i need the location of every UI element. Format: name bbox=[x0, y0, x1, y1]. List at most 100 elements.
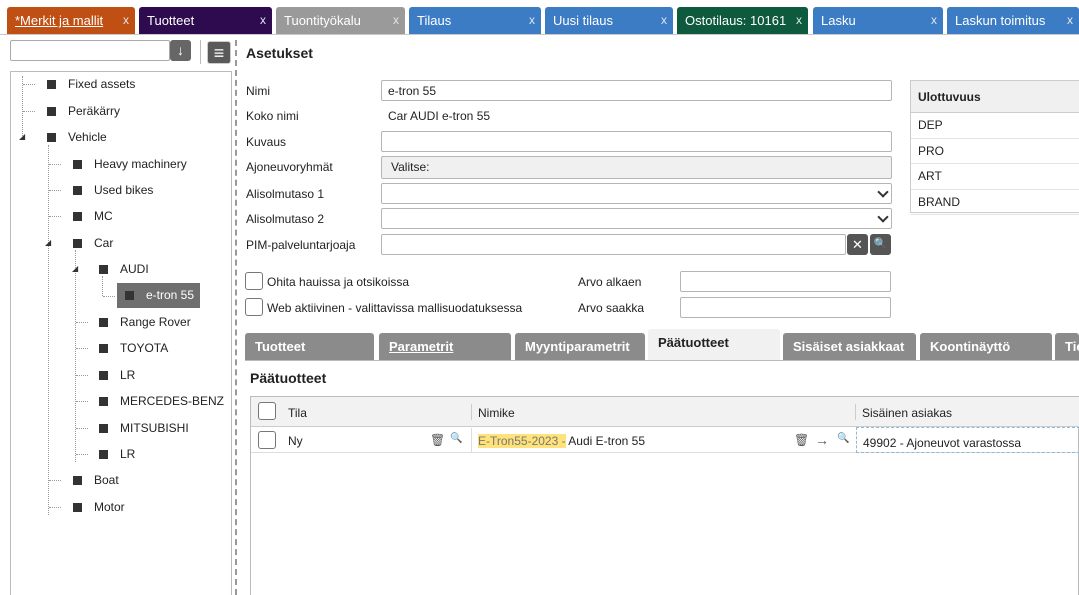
tab-tilaus[interactable]: Tilaus x bbox=[409, 7, 541, 34]
tree-node-heavy-machinery[interactable]: Heavy machinery bbox=[73, 154, 187, 174]
tree-guide-line bbox=[103, 296, 115, 297]
tab-ostotilaus[interactable]: Ostotilaus: 10161 x bbox=[677, 7, 808, 34]
panel-splitter[interactable] bbox=[235, 40, 237, 595]
tree-node-lr[interactable]: LR bbox=[99, 365, 135, 385]
settings-title: Asetukset bbox=[246, 45, 313, 61]
dimension-row[interactable]: PRO bbox=[911, 139, 1079, 164]
dimension-header: Ulottuvuus bbox=[911, 81, 1079, 113]
tree-node-label: AUDI bbox=[120, 262, 149, 276]
tree-guide-line bbox=[76, 375, 88, 376]
tree-node-mitsubishi[interactable]: MITSUBISHI bbox=[99, 418, 189, 438]
tree-node-label: Vehicle bbox=[68, 130, 107, 144]
tab-label: Ostotilaus: 10161 bbox=[685, 13, 787, 28]
tree-node-audi[interactable]: AUDI bbox=[99, 259, 149, 279]
tree-node-perakarry[interactable]: Peräkärry bbox=[47, 101, 120, 121]
expanded-arrow-icon[interactable]: ◢ bbox=[19, 132, 25, 141]
column-header-tila[interactable]: Tila bbox=[288, 406, 307, 420]
tab-tuotteet[interactable]: Tuotteet x bbox=[139, 7, 272, 34]
expanded-arrow-icon[interactable]: ◢ bbox=[45, 238, 51, 247]
clear-icon[interactable]: ✕ bbox=[847, 234, 868, 255]
tree-node-toyota[interactable]: TOYOTA bbox=[99, 338, 168, 358]
tree-node-label: Boat bbox=[94, 473, 119, 487]
paatuotteet-grid: Tila Nimike Sisäinen asiakas Ny 🗑 🔍 E-Tr… bbox=[250, 396, 1079, 595]
tree-node-car[interactable]: Car bbox=[73, 233, 113, 253]
tree-guide-line bbox=[49, 190, 61, 191]
search-icon[interactable]: 🔍 bbox=[837, 433, 849, 444]
arvo-alkaen-input[interactable] bbox=[680, 271, 891, 292]
tree-node-range-rover[interactable]: Range Rover bbox=[99, 312, 191, 332]
dimension-row[interactable]: DEP bbox=[911, 113, 1079, 139]
tab-label: Uusi tilaus bbox=[553, 13, 613, 28]
alisolmutaso-1-select[interactable] bbox=[381, 183, 892, 204]
node-square-icon bbox=[99, 344, 108, 353]
tab-tuotteet-lower[interactable]: Tuotteet bbox=[245, 333, 374, 360]
tree-node-motor[interactable]: Motor bbox=[73, 497, 125, 517]
menu-icon[interactable]: ≡ bbox=[207, 41, 231, 64]
row-nimike-value[interactable]: E-Tron55-2023 - Audi E-tron 55 bbox=[478, 434, 645, 448]
tab-uusi-tilaus[interactable]: Uusi tilaus x bbox=[545, 7, 673, 34]
kuvaus-input[interactable] bbox=[381, 131, 892, 152]
tree-guide-line bbox=[76, 322, 88, 323]
arvo-saakka-input[interactable] bbox=[680, 297, 891, 318]
tab-tuontityokalu[interactable]: Tuontityökalu x bbox=[276, 7, 405, 34]
column-header-sisainen-asiakas[interactable]: Sisäinen asiakas bbox=[862, 406, 952, 420]
tab-paatuotteet[interactable]: Päätuotteet bbox=[648, 329, 780, 360]
alisolmutaso-1-label: Alisolmutaso 1 bbox=[246, 187, 325, 201]
tab-koontinaytto[interactable]: Koontinäyttö bbox=[920, 333, 1052, 360]
tab-close-icon[interactable]: x bbox=[260, 7, 266, 34]
row-tila-value[interactable]: Ny bbox=[288, 434, 303, 448]
ohita-checkbox[interactable] bbox=[245, 272, 263, 290]
row-checkbox[interactable] bbox=[258, 431, 276, 449]
select-all-checkbox[interactable] bbox=[258, 402, 276, 420]
tree-node-label: Motor bbox=[94, 500, 125, 514]
tree-node-fixed-assets[interactable]: Fixed assets bbox=[47, 74, 135, 94]
dimension-row[interactable]: BRAND bbox=[911, 190, 1079, 215]
search-icon[interactable]: 🔍 bbox=[450, 433, 462, 444]
tab-close-icon[interactable]: x bbox=[661, 7, 667, 34]
tree-node-mc[interactable]: MC bbox=[73, 206, 113, 226]
nimi-input[interactable] bbox=[381, 80, 892, 101]
tree-node-label: Range Rover bbox=[120, 315, 191, 329]
node-square-icon bbox=[99, 424, 108, 433]
tree-node-e-tron-55-selected[interactable]: e-tron 55 bbox=[117, 283, 200, 308]
ajoneuvoryhmat-select[interactable]: Valitse: bbox=[381, 156, 892, 179]
node-square-icon bbox=[47, 107, 56, 116]
tab-close-icon[interactable]: x bbox=[123, 7, 129, 34]
pim-input[interactable] bbox=[381, 234, 846, 255]
tab-label: *Merkit ja mallit bbox=[15, 13, 104, 28]
alisolmutaso-2-select[interactable] bbox=[381, 208, 892, 229]
tab-label: Lasku bbox=[821, 13, 856, 28]
tab-lasku[interactable]: Lasku x bbox=[813, 7, 943, 34]
tab-close-icon[interactable]: x bbox=[1067, 7, 1073, 34]
tab-close-icon[interactable]: x bbox=[931, 7, 937, 34]
tree-node-label: MC bbox=[94, 209, 113, 223]
tab-close-icon[interactable]: x bbox=[796, 7, 802, 34]
tree-search-input[interactable] bbox=[10, 40, 170, 61]
expanded-arrow-icon[interactable]: ◢ bbox=[72, 264, 78, 273]
tab-sisaiset-asiakkaat[interactable]: Sisäiset asiakkaat bbox=[783, 333, 916, 360]
tree-node-lr-2[interactable]: LR bbox=[99, 444, 135, 464]
tree-node-mercedes-benz[interactable]: MERCEDES-BENZ bbox=[99, 391, 224, 411]
arrow-right-icon[interactable]: → bbox=[815, 432, 829, 448]
tab-laskun-toimitus[interactable]: Laskun toimitus x bbox=[947, 7, 1079, 34]
ajoneuvoryhmat-label: Ajoneuvoryhmät bbox=[246, 160, 333, 174]
tree-node-vehicle[interactable]: Vehicle bbox=[47, 127, 107, 147]
web-aktiivinen-checkbox[interactable] bbox=[245, 298, 263, 316]
tab-myyntiparametrit[interactable]: Myyntiparametrit bbox=[515, 333, 645, 360]
tab-merkit-ja-mallit[interactable]: *Merkit ja mallit x bbox=[7, 7, 135, 34]
tree-node-boat[interactable]: Boat bbox=[73, 470, 119, 490]
tree-node-label: e-tron 55 bbox=[146, 288, 195, 302]
row-sisainen-asiakas-value[interactable]: 49902 - Ajoneuvot varastossa bbox=[863, 436, 1021, 450]
tab-close-icon[interactable]: x bbox=[529, 7, 535, 34]
search-icon[interactable]: 🔍 bbox=[870, 234, 891, 255]
node-square-icon bbox=[99, 450, 108, 459]
dimension-row[interactable]: ART bbox=[911, 164, 1079, 190]
tree-node-used-bikes[interactable]: Used bikes bbox=[73, 180, 153, 200]
trash-icon[interactable]: 🗑 bbox=[794, 433, 809, 447]
download-icon[interactable]: ↓ bbox=[170, 40, 191, 61]
tab-close-icon[interactable]: x bbox=[393, 7, 399, 34]
tab-tie[interactable]: Tie bbox=[1055, 333, 1079, 360]
trash-icon[interactable]: 🗑 bbox=[430, 433, 445, 447]
tab-parametrit[interactable]: Parametrit bbox=[379, 333, 511, 360]
column-header-nimike[interactable]: Nimike bbox=[478, 406, 515, 420]
